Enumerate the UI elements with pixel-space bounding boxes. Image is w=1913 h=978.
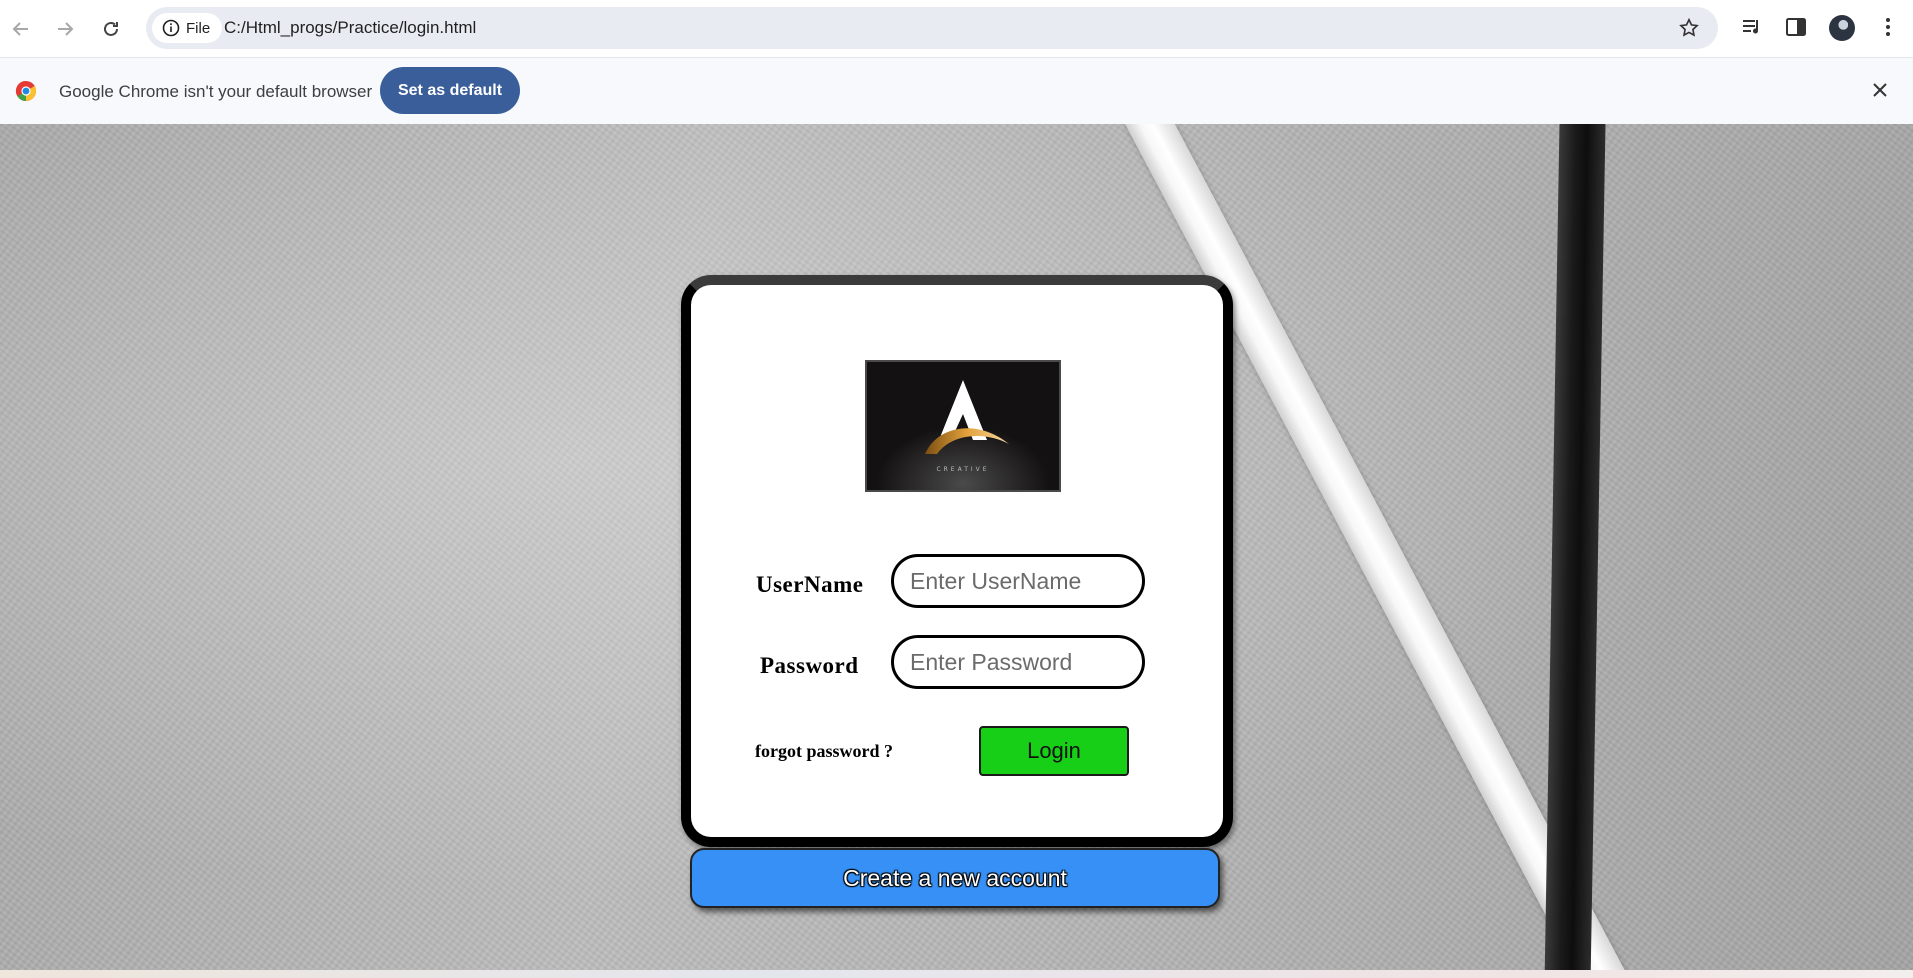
browser-toolbar: File C:/Html_progs/Practice/login.html <box>0 0 1913 58</box>
chip-label: File <box>186 19 211 37</box>
forgot-password-link[interactable]: forgot password ? <box>755 741 893 762</box>
profile-avatar[interactable] <box>1829 15 1855 41</box>
pen-image <box>1544 124 1606 970</box>
reload-icon <box>104 21 118 36</box>
forward-button[interactable] <box>48 12 82 46</box>
address-bar[interactable]: File C:/Html_progs/Practice/login.html <box>146 7 1718 49</box>
infobar-message: Google Chrome isn't your default browser <box>59 82 373 101</box>
username-label: UserName <box>756 572 864 597</box>
logo-text: CREATIVE <box>936 466 989 473</box>
back-button[interactable] <box>4 12 38 46</box>
logo-a-icon: CREATIVE <box>867 362 1059 490</box>
url-text[interactable]: C:/Html_progs/Practice/login.html <box>224 18 476 38</box>
close-icon[interactable] <box>1870 80 1890 100</box>
arrow-left-icon <box>12 22 28 36</box>
default-browser-infobar: Google Chrome isn't your default browser… <box>0 58 1913 125</box>
menu-dots-icon[interactable] <box>1876 15 1900 39</box>
page-bottom-edge <box>0 970 1913 978</box>
login-button[interactable]: Login <box>979 726 1129 776</box>
bookmark-star-icon[interactable] <box>1678 17 1700 39</box>
set-as-default-button[interactable]: Set as default <box>380 67 520 114</box>
password-input[interactable] <box>891 635 1145 689</box>
login-card: CREATIVE UserName Password forgot passwo… <box>681 275 1233 847</box>
reload-button[interactable] <box>94 12 128 46</box>
media-control-icon[interactable] <box>1740 15 1764 39</box>
info-icon <box>162 19 180 37</box>
site-info-chip[interactable]: File <box>152 13 223 43</box>
create-account-button[interactable]: Create a new account <box>690 848 1220 908</box>
password-label: Password <box>760 653 859 678</box>
chrome-logo-icon <box>15 80 37 102</box>
brand-logo: CREATIVE <box>865 360 1061 492</box>
side-panel-icon[interactable] <box>1784 15 1808 39</box>
username-input[interactable] <box>891 554 1145 608</box>
arrow-right-icon <box>58 22 74 36</box>
